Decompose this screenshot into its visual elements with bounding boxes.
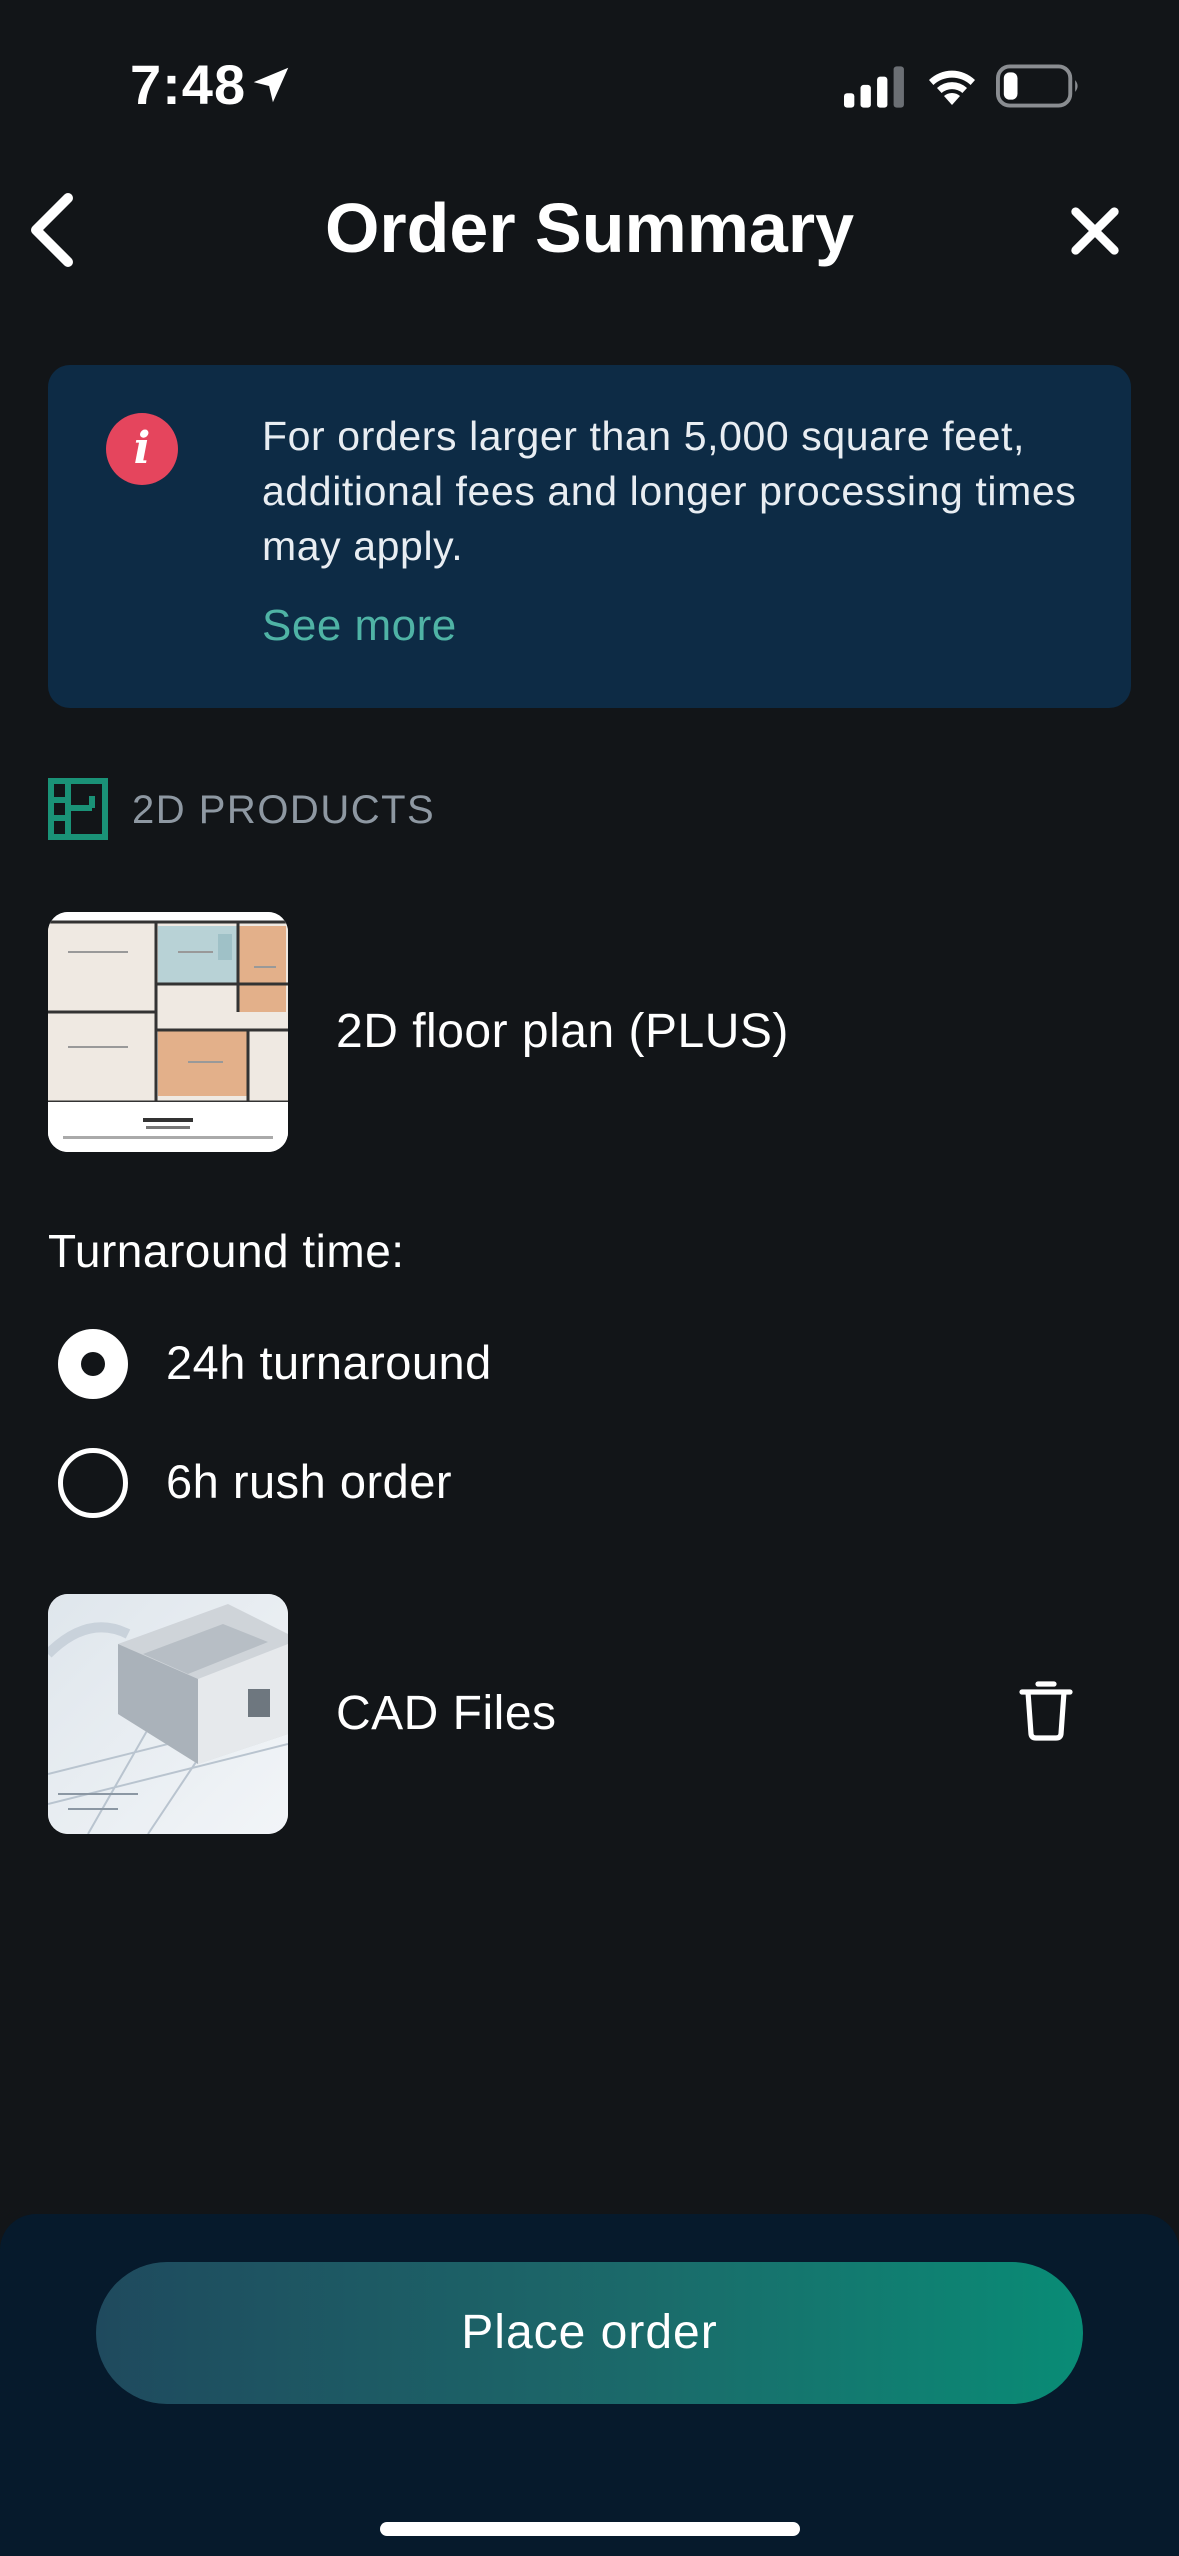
- location-arrow-icon: [253, 67, 289, 103]
- floor-plan-thumbnail: [48, 912, 288, 1152]
- section-label: 2D PRODUCTS: [132, 788, 436, 832]
- home-indicator[interactable]: [380, 2522, 800, 2536]
- product-name: 2D floor plan (PLUS): [336, 1005, 789, 1058]
- cad-model-thumbnail: [48, 1594, 288, 1834]
- turnaround-label: Turnaround time:: [48, 1225, 405, 1277]
- product-name: CAD Files: [336, 1687, 557, 1740]
- radio-option-6h-rush[interactable]: 6h rush order: [56, 1444, 756, 1524]
- status-bar: 7:48: [0, 0, 1179, 150]
- page-title: Order Summary: [324, 189, 855, 267]
- radio-unselected-icon[interactable]: [58, 1448, 128, 1518]
- radio-selected-icon[interactable]: [58, 1329, 128, 1399]
- navigation-header: Order Summary: [0, 170, 1179, 290]
- status-time: 7:48: [130, 53, 247, 116]
- radio-label: 6h rush order: [166, 1455, 453, 1508]
- place-order-button[interactable]: Place order: [96, 2262, 1083, 2404]
- trash-icon[interactable]: [1018, 1678, 1074, 1742]
- close-icon[interactable]: [1066, 202, 1124, 260]
- floor-plan-icon: [48, 778, 108, 840]
- radio-option-24h[interactable]: 24h turnaround: [56, 1325, 756, 1405]
- order-summary-screen: 7:48 Order Summary i For orders larger t…: [0, 0, 1179, 2556]
- bottom-action-bar: Place order: [0, 2214, 1179, 2556]
- product-item-floor-plan[interactable]: 2D floor plan (PLUS): [48, 912, 1131, 1152]
- info-banner: i For orders larger than 5,000 square fe…: [48, 365, 1131, 708]
- radio-label: 24h turnaround: [166, 1336, 492, 1389]
- cellular-signal-icon: [844, 66, 904, 108]
- info-icon: i: [106, 413, 178, 485]
- product-item-cad-files[interactable]: CAD Files: [48, 1594, 1131, 1834]
- see-more-link[interactable]: See more: [262, 601, 457, 651]
- info-message: For orders larger than 5,000 square feet…: [262, 413, 1077, 569]
- wifi-icon: [929, 70, 975, 105]
- battery-low-icon: [996, 64, 1078, 108]
